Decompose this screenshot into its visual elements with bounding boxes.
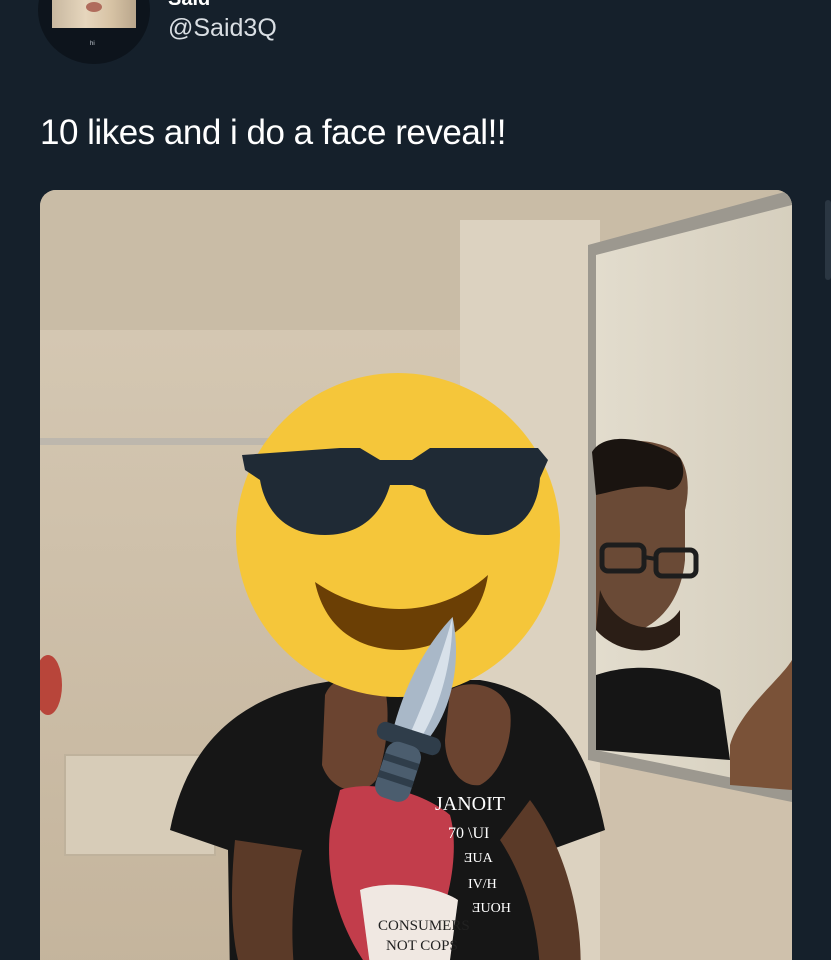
shirt-text-line-1: JANOIT — [435, 793, 505, 815]
shirt-badge-line-1: CONSUMERS — [378, 918, 470, 934]
tweet-screen: hi Said @Said3Q 10 likes and i do a face… — [0, 0, 831, 960]
mirror — [588, 190, 792, 802]
shirt-text-line-2: 70 \UI — [448, 825, 489, 842]
shirt-text-line-3: ƎUA — [464, 851, 494, 866]
scrollbar[interactable] — [825, 200, 831, 280]
avatar-cat-image — [52, 0, 136, 28]
bathroom-selfie-illustration: JANOIT 70 \UI ƎUA IV/H ƎUOH CONSUMERS NO… — [40, 190, 792, 960]
shower-rod — [40, 438, 270, 445]
shirt-text-line-4: IV/H — [468, 877, 497, 892]
tweet-text: 10 likes and i do a face reveal!! — [40, 113, 507, 152]
shirt-text-line-5: ƎUOH — [472, 901, 511, 916]
user-handle[interactable]: @Said3Q — [168, 14, 277, 43]
smiling-face-with-sunglasses-icon — [236, 373, 560, 697]
avatar-caption: hi — [90, 41, 95, 47]
shirt-badge-line-2: NOT COPS — [386, 938, 458, 954]
display-name[interactable]: Said — [168, 0, 210, 11]
profile-avatar[interactable]: hi — [38, 0, 150, 64]
tweet-photo[interactable]: JANOIT 70 \UI ƎUA IV/H ƎUOH CONSUMERS NO… — [40, 190, 792, 960]
